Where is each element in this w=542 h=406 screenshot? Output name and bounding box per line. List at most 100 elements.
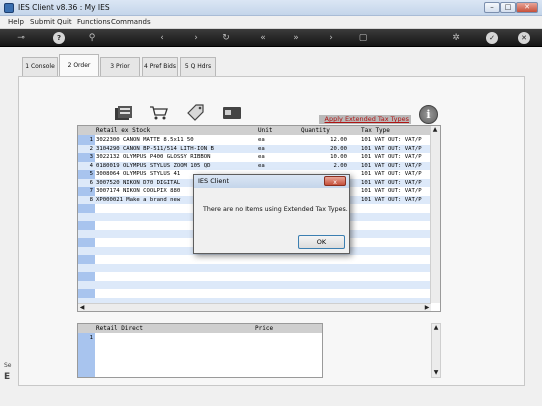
rewind-icon[interactable]: « [257, 32, 269, 44]
scroll-right-arrow-icon[interactable]: ▶ [423, 304, 431, 311]
column-header-price[interactable]: Price [255, 324, 273, 333]
left-edge-letter: E [4, 372, 11, 382]
minimize-button[interactable]: – [484, 2, 500, 13]
apply-extended-tax-types-button[interactable]: Apply Extended Tax Types [319, 115, 411, 124]
forward-icon[interactable]: › [190, 32, 202, 44]
table-row[interactable]: 1 [78, 334, 322, 343]
scroll-up-arrow-icon[interactable]: ▲ [431, 126, 439, 134]
row-number: 6 [89, 179, 93, 186]
column-header-tax-type[interactable]: Tax Type [361, 126, 390, 135]
left-edge-text: Se [4, 362, 12, 369]
vertical-scrollbar[interactable]: ▲ [430, 126, 440, 303]
table-row[interactable]: 4 0180019 OLYMPUS STYLUS ZOOM 105 QD ea 2.0… [78, 161, 431, 170]
column-header-quantity[interactable]: Quantity [301, 126, 330, 135]
tax-type-cell: 101 VAT OUT: VAT/P [361, 154, 422, 160]
key-icon[interactable]: ⊸ [10, 32, 32, 44]
scroll-down-arrow-icon[interactable]: ▼ [432, 369, 440, 377]
stock-cell: 3022300 CANON MATTE 8.5x11 50 [96, 137, 194, 143]
table-row[interactable]: 3 3022132 OLYMPUS P400 GLOSSY RIBBON ea 10.… [78, 153, 431, 162]
table-row[interactable]: 1 3022300 CANON MATTE 8.5x11 50 ea 12.00 101… [78, 136, 431, 145]
row-number: 2 [89, 145, 93, 152]
tab-q-hdrs[interactable]: 5 Q Hdrs [180, 57, 216, 77]
left-edge-label: Se E [4, 362, 12, 382]
cart-icon[interactable] [149, 105, 169, 121]
scroll-left-arrow-icon[interactable]: ◀ [78, 304, 86, 311]
menu-bar: Help Submit Quit Functions Commands [0, 16, 542, 29]
maximize-button[interactable]: □ [500, 2, 516, 13]
quantity-cell: 10.00 [330, 154, 347, 160]
gear-icon[interactable]: ✲ [450, 32, 462, 44]
menu-commands[interactable]: Commands [111, 18, 151, 26]
stock-cell: 0180019 OLYMPUS STYLUS ZOOM 105 QD [96, 162, 211, 169]
unit-cell: ea [258, 154, 265, 160]
tax-type-cell: 101 VAT OUT: VAT/P [361, 145, 422, 152]
row-number: 8 [89, 196, 93, 203]
refresh-icon[interactable]: ↻ [220, 32, 232, 44]
table-row[interactable] [78, 255, 431, 264]
search-icon[interactable]: ⚲ [86, 32, 98, 44]
menu-help[interactable]: Help [8, 18, 24, 26]
quantity-cell: 12.00 [330, 137, 347, 143]
info-icon[interactable]: i [419, 105, 438, 124]
table-row[interactable] [78, 289, 431, 298]
tab-order-items[interactable]: 2 Order Items [59, 54, 99, 91]
row-number: 4 [89, 162, 93, 169]
table-row[interactable] [78, 272, 431, 281]
tax-type-cell: 101 VAT OUT: VAT/P [361, 137, 422, 143]
row-number: 1 [89, 335, 93, 341]
tax-type-cell: 101 VAT OUT: VAT/P [361, 162, 422, 169]
table-row[interactable] [78, 280, 431, 289]
tab-console[interactable]: 1 Console [22, 57, 58, 77]
card-icon[interactable] [222, 105, 242, 121]
grid-header: Retail Direct Price [78, 324, 322, 333]
row-number: 7 [89, 188, 93, 194]
back-icon[interactable]: ‹ [156, 32, 168, 44]
window-title: IES Client v8.36 : My IES [18, 3, 110, 12]
unit-cell: ea [258, 162, 265, 169]
retail-direct-grid: Retail Direct Price 1 [77, 323, 323, 378]
menu-functions[interactable]: Functions [77, 18, 110, 26]
fast-forward-icon[interactable]: » [290, 32, 302, 44]
close-icon[interactable]: ✕ [518, 32, 530, 44]
column-header-unit[interactable]: Unit [258, 126, 272, 135]
dialog-message: There are no Items using Extended Tax Ty… [203, 206, 348, 213]
unit-cell: ea [258, 137, 265, 143]
tab-pref-bids[interactable]: 4 Pref Bids [142, 57, 178, 77]
ok-button[interactable]: OK [298, 235, 345, 249]
table-row[interactable]: 2 3104290 CANON BP-511/514 LITH-ION B ea 20… [78, 144, 431, 153]
quantity-cell: 2.00 [333, 162, 347, 169]
menu-quit[interactable]: Quit [57, 18, 72, 26]
row-number: 5 [89, 171, 93, 177]
message-dialog: IES Client x There are no Items using Ex… [193, 174, 350, 254]
scroll-up-arrow-icon[interactable]: ▲ [432, 324, 440, 332]
unit-cell: ea [258, 145, 265, 152]
price-tag-icon[interactable] [186, 103, 206, 123]
column-header-stock[interactable]: Retail ex Stock [96, 126, 150, 135]
tab-prior-items[interactable]: 3 Prior Items [100, 57, 140, 88]
title-bar: IES Client v8.36 : My IES – □ ✕ [0, 0, 542, 16]
toolbar: ⊸ ? ⚲ ‹ › ↻ « » › ▢ ✲ ✓ ✕ [0, 29, 542, 47]
tax-type-cell: 101 VAT OUT: VAT/P [361, 188, 422, 194]
menu-submit[interactable]: Submit [30, 18, 55, 26]
tax-type-cell: 101 VAT OUT: VAT/P [361, 171, 422, 177]
vertical-scrollbar[interactable]: ▲ ▼ [431, 323, 441, 378]
tax-type-cell: 101 VAT OUT: VAT/P [361, 196, 422, 203]
grid-header: Retail ex Stock Unit Quantity Tax Type [78, 126, 431, 135]
order-list-icon[interactable] [114, 105, 134, 121]
table-row[interactable] [78, 263, 431, 272]
check-icon[interactable]: ✓ [486, 32, 498, 44]
row-number: 3 [89, 154, 93, 160]
quantity-cell: 20.00 [330, 145, 347, 152]
dialog-close-button[interactable]: x [324, 176, 346, 186]
stock-cell: 3104290 CANON BP-511/514 LITH-ION B [96, 145, 214, 152]
stop-icon[interactable]: ▢ [357, 32, 369, 44]
tab-strip: 1 Console 2 Order Items 3 Prior Items 4 … [18, 51, 523, 91]
column-header-retail-direct[interactable]: Retail Direct [96, 324, 143, 333]
next-icon[interactable]: › [325, 32, 337, 44]
app-icon [4, 3, 14, 13]
help-icon[interactable]: ? [53, 32, 65, 44]
stock-cell: 3022132 OLYMPUS P400 GLOSSY RIBBON [96, 154, 211, 160]
tax-type-cell: 101 VAT OUT: VAT/P [361, 179, 422, 186]
horizontal-scrollbar[interactable]: ◀ ▶ [78, 303, 431, 311]
close-window-button[interactable]: ✕ [516, 2, 538, 13]
